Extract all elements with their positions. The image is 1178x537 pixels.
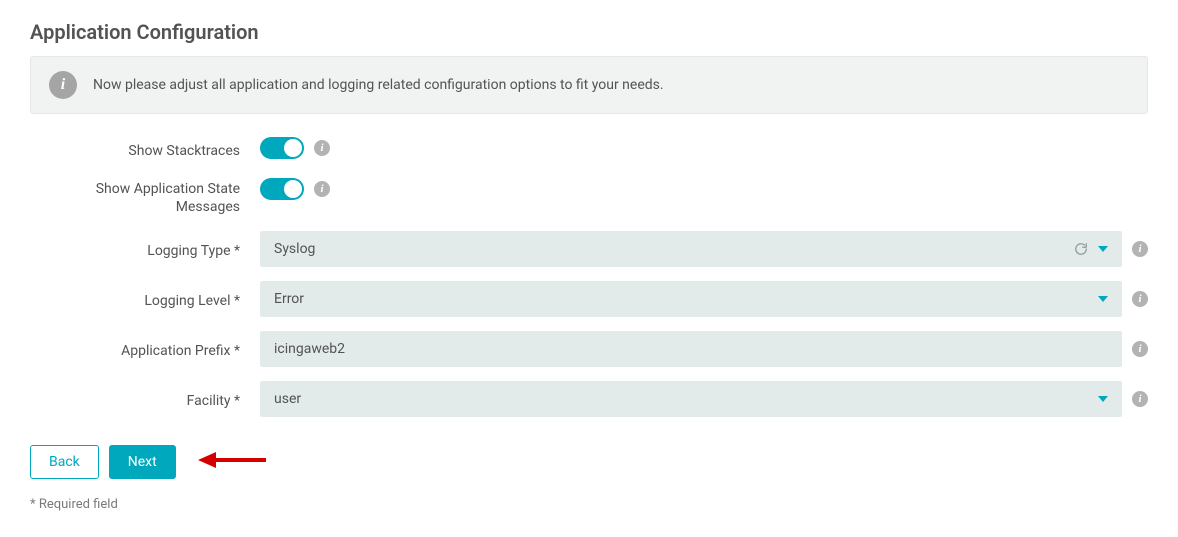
select-facility[interactable]: user (260, 381, 1122, 417)
select-value: Error (274, 291, 304, 307)
chevron-down-icon (1098, 396, 1108, 402)
page-title: Application Configuration (30, 20, 1148, 44)
row-application-prefix: Application Prefix * i (30, 331, 1148, 367)
help-icon[interactable]: i (314, 140, 330, 156)
info-text: Now please adjust all application and lo… (93, 77, 664, 93)
chevron-down-icon (1098, 296, 1108, 302)
label-facility: Facility * (30, 386, 260, 410)
row-show-app-state: Show Application State Messages i (30, 174, 1148, 216)
back-button[interactable]: Back (30, 445, 99, 479)
toggle-show-stacktraces[interactable] (260, 137, 304, 159)
buttons-row: Back Next (30, 445, 1148, 479)
help-icon[interactable]: i (1132, 291, 1148, 307)
info-icon: i (49, 71, 77, 99)
label-logging-type: Logging Type * (30, 236, 260, 260)
required-note: * Required field (30, 497, 1148, 512)
config-form: Show Stacktraces i Show Application Stat… (30, 136, 1148, 417)
info-box: i Now please adjust all application and … (30, 56, 1148, 114)
help-icon[interactable]: i (1132, 341, 1148, 357)
arrow-annotation-icon (198, 449, 268, 475)
select-value: user (274, 391, 301, 407)
label-logging-level: Logging Level * (30, 286, 260, 310)
label-show-app-state: Show Application State Messages (30, 174, 260, 216)
chevron-down-icon (1098, 246, 1108, 252)
row-facility: Facility * user i (30, 381, 1148, 417)
row-logging-type: Logging Type * Syslog i (30, 231, 1148, 267)
label-application-prefix: Application Prefix * (30, 336, 260, 360)
help-icon[interactable]: i (1132, 241, 1148, 257)
select-logging-type[interactable]: Syslog (260, 231, 1122, 267)
select-value: Syslog (274, 241, 315, 257)
next-button[interactable]: Next (109, 445, 176, 479)
row-logging-level: Logging Level * Error i (30, 281, 1148, 317)
help-icon[interactable]: i (314, 181, 330, 197)
row-show-stacktraces: Show Stacktraces i (30, 136, 1148, 160)
input-application-prefix[interactable] (274, 331, 1108, 367)
toggle-show-app-state[interactable] (260, 178, 304, 200)
label-show-stacktraces: Show Stacktraces (30, 136, 260, 160)
refresh-icon[interactable] (1074, 242, 1088, 256)
help-icon[interactable]: i (1132, 391, 1148, 407)
input-application-prefix-wrap (260, 331, 1122, 367)
select-logging-level[interactable]: Error (260, 281, 1122, 317)
